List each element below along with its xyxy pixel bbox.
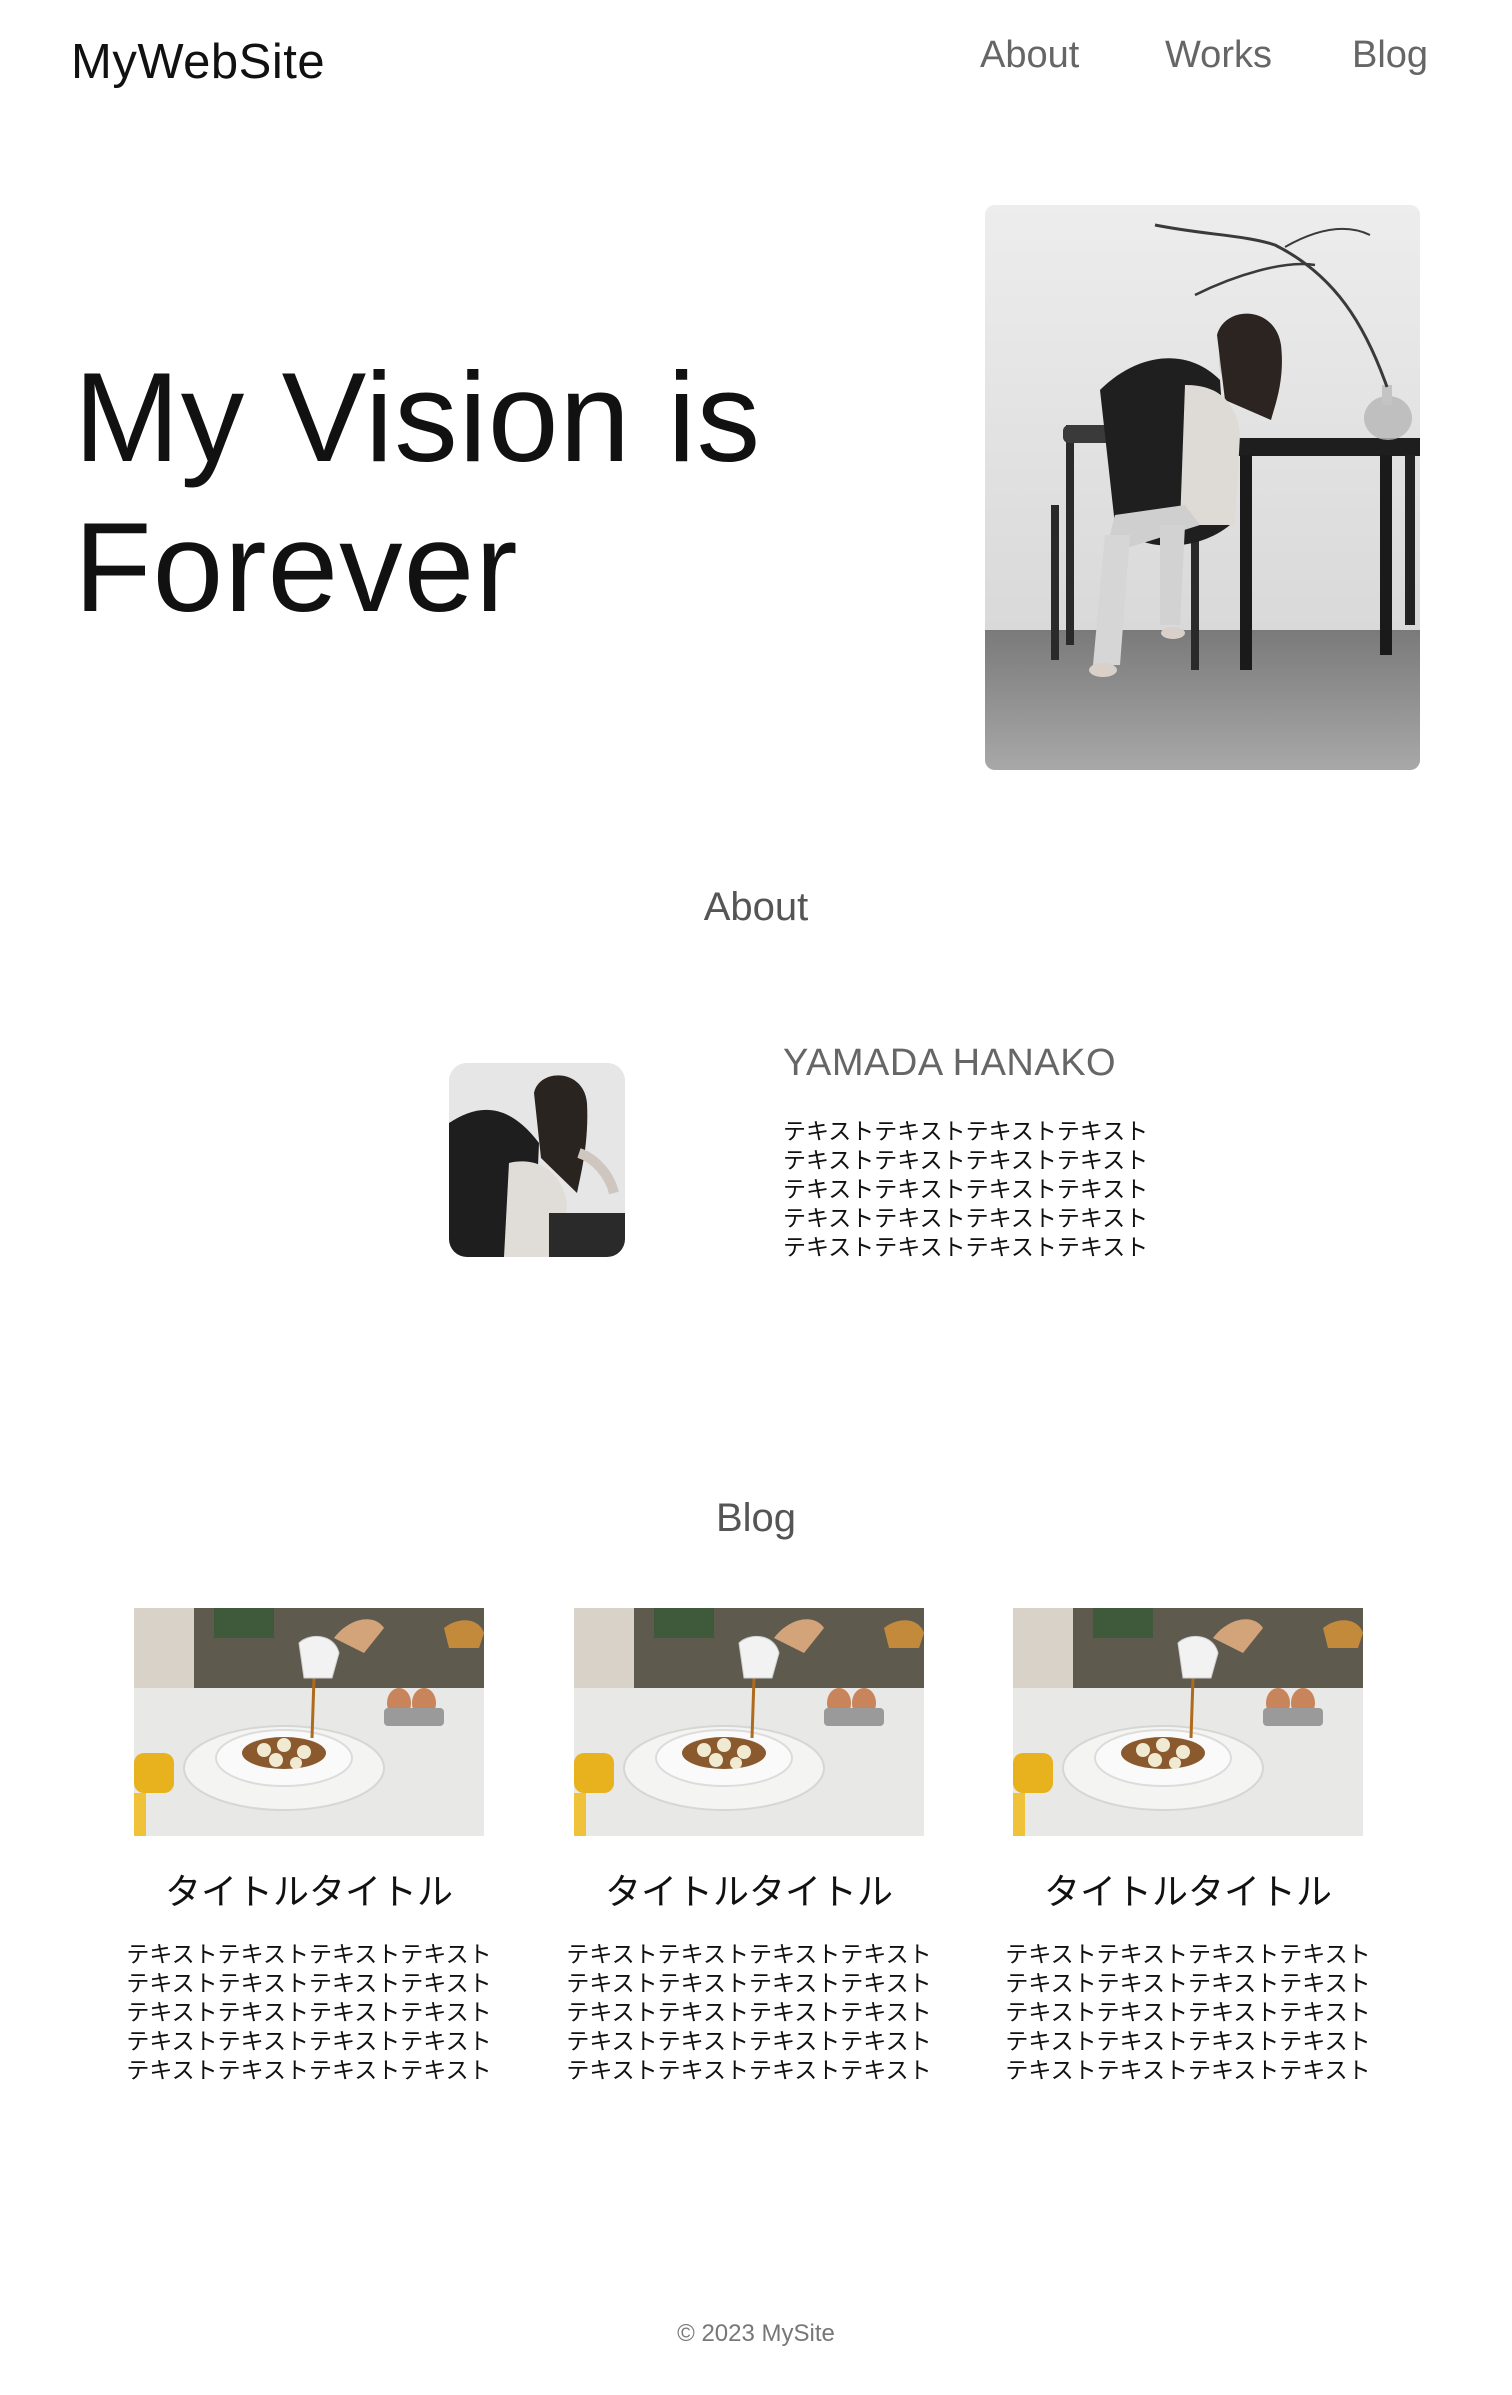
blog-text-line: テキストテキストテキストテキスト: [126, 2000, 492, 2026]
blog-section-heading: Blog: [715, 1496, 797, 1540]
hero-title-line-2: Forever: [74, 496, 519, 638]
blog-text-line: テキストテキストテキストテキスト: [1005, 1942, 1371, 1968]
about-text-line: テキストテキストテキストテキスト: [783, 1177, 1149, 1203]
nav-link-blog[interactable]: Blog: [1352, 34, 1428, 77]
blog-card[interactable]: タイトルタイトル テキストテキストテキストテキスト テキストテキストテキストテキ…: [559, 1608, 939, 2088]
blog-card-photo[interactable]: [134, 1608, 484, 1836]
blog-text-line: テキストテキストテキストテキスト: [566, 1971, 932, 1997]
about-section-heading: About: [703, 885, 809, 929]
blog-text-line: テキストテキストテキストテキスト: [1005, 1971, 1371, 1997]
blog-card-title[interactable]: タイトルタイトル: [119, 1863, 499, 1915]
about-text-line: テキストテキストテキストテキスト: [783, 1119, 1149, 1145]
nav-link-about[interactable]: About: [980, 34, 1079, 77]
avatar-illustration: [449, 1063, 625, 1257]
blog-text-line: テキストテキストテキストテキスト: [126, 2029, 492, 2055]
blog-text-line: テキストテキストテキストテキスト: [126, 1942, 492, 1968]
blog-text-line: テキストテキストテキストテキスト: [566, 2000, 932, 2026]
about-avatar-photo: [449, 1063, 625, 1257]
pancake-photo-illustration: [574, 1608, 924, 1836]
blog-card[interactable]: タイトルタイトル テキストテキストテキストテキスト テキストテキストテキストテキ…: [998, 1608, 1378, 2088]
blog-card-text: テキストテキストテキストテキスト テキストテキストテキストテキスト テキストテキ…: [119, 1941, 499, 2086]
footer-copyright: © 2023 MySite: [677, 2320, 835, 2347]
blog-text-line: テキストテキストテキストテキスト: [126, 2058, 492, 2084]
blog-text-line: テキストテキストテキストテキスト: [566, 2029, 932, 2055]
about-text-line: テキストテキストテキストテキスト: [783, 1206, 1149, 1232]
blog-text-line: テキストテキストテキストテキスト: [1005, 2029, 1371, 2055]
blog-card-photo[interactable]: [574, 1608, 924, 1836]
hero-photo-illustration: [985, 205, 1420, 770]
hero-title: My Vision is Forever: [74, 342, 874, 642]
about-name: YAMADA HANAKO: [783, 1042, 1117, 1084]
blog-text-line: テキストテキストテキストテキスト: [126, 1971, 492, 1997]
blog-card[interactable]: タイトルタイトル テキストテキストテキストテキスト テキストテキストテキストテキ…: [119, 1608, 499, 2088]
nav-link-works[interactable]: Works: [1165, 34, 1272, 77]
blog-card-text: テキストテキストテキストテキスト テキストテキストテキストテキスト テキストテキ…: [998, 1941, 1378, 2086]
blog-text-line: テキストテキストテキストテキスト: [1005, 2000, 1371, 2026]
about-text-line: テキストテキストテキストテキスト: [783, 1235, 1149, 1261]
main-nav: About Works Blog: [0, 34, 1512, 84]
hero-title-line-1: My Vision is: [74, 346, 762, 488]
blog-card-title[interactable]: タイトルタイトル: [559, 1863, 939, 1915]
blog-card-title[interactable]: タイトルタイトル: [998, 1863, 1378, 1915]
blog-card-text: テキストテキストテキストテキスト テキストテキストテキストテキスト テキストテキ…: [559, 1941, 939, 2086]
blog-text-line: テキストテキストテキストテキスト: [566, 1942, 932, 1968]
blog-card-photo[interactable]: [1013, 1608, 1363, 1836]
about-description: テキストテキストテキストテキスト テキストテキストテキストテキスト テキストテキ…: [783, 1118, 1163, 1263]
blog-text-line: テキストテキストテキストテキスト: [566, 2058, 932, 2084]
pancake-photo-illustration: [134, 1608, 484, 1836]
hero-photo: [985, 205, 1420, 770]
about-text-line: テキストテキストテキストテキスト: [783, 1148, 1149, 1174]
pancake-photo-illustration: [1013, 1608, 1363, 1836]
blog-text-line: テキストテキストテキストテキスト: [1005, 2058, 1371, 2084]
